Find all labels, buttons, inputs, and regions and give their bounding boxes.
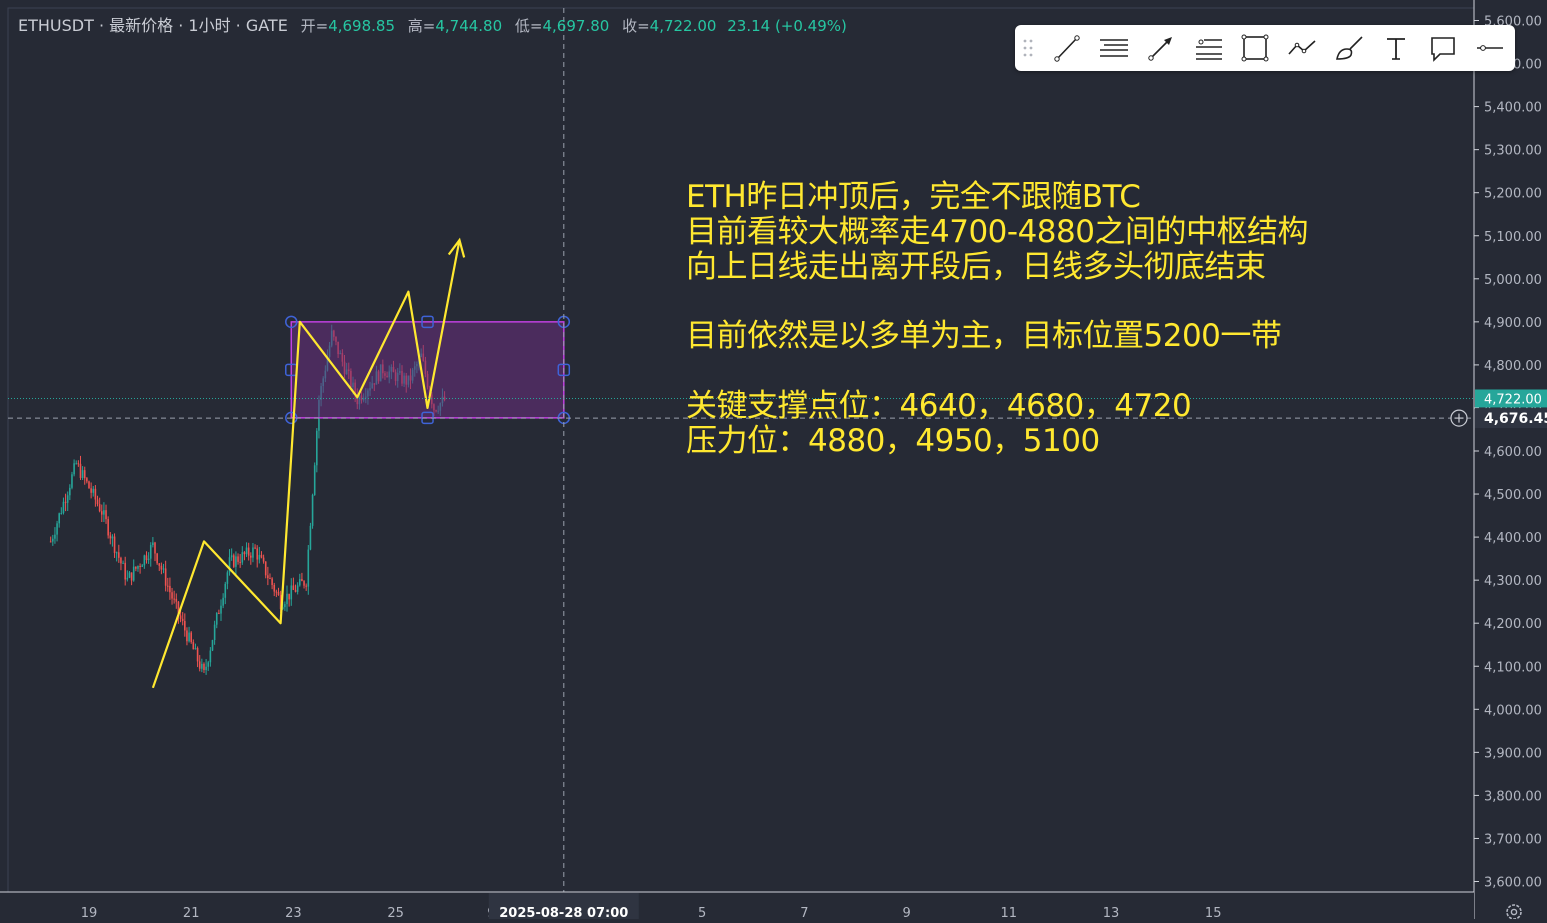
price-tick-label: 5,000.00 — [1484, 273, 1542, 288]
drawing-toolbar[interactable] — [1015, 25, 1515, 71]
candle — [88, 480, 90, 489]
time-tick-label: 21 — [183, 906, 200, 919]
add-alert-icon[interactable] — [1450, 409, 1468, 427]
time-tick-label: 23 — [285, 906, 302, 919]
time-tick-label: 25 — [387, 906, 404, 919]
symbol-legend: ETHUSDT · 最新价格 · 1小时 · GATE 开=4,698.85 高… — [18, 12, 847, 36]
annotation-line-3: 向上日线走出离开段后，日线多头彻底结束 — [686, 249, 1266, 285]
candle — [232, 553, 235, 568]
gear-icon[interactable] — [1475, 893, 1547, 920]
time-tick-label: 9 — [902, 906, 910, 919]
open-value: 4,698.85 — [328, 17, 395, 35]
price-tick-label: 4,600.00 — [1484, 445, 1542, 460]
annotation-line-5: 关键支撑点位：4640，4680，4720 — [686, 388, 1192, 424]
time-tick-label: 15 — [1205, 906, 1222, 919]
candle — [107, 516, 109, 539]
low-value: 4,697.80 — [542, 17, 610, 35]
time-tick-label: 5 — [698, 906, 706, 919]
rectangle-icon[interactable] — [1239, 32, 1271, 64]
time-tick-label: 13 — [1103, 906, 1120, 919]
callout-icon[interactable] — [1427, 32, 1459, 64]
fib-retracement-icon[interactable] — [1192, 32, 1224, 64]
brush-icon[interactable] — [1333, 32, 1365, 64]
chart-background — [0, 0, 1547, 919]
crosshair-time-label: 2025-08-28 07:00 — [499, 906, 628, 919]
candle — [190, 631, 192, 644]
open-label: 开= — [300, 17, 329, 35]
text-icon[interactable] — [1380, 32, 1412, 64]
price-tick-label: 5,100.00 — [1484, 230, 1542, 245]
annotation-line-2: 目前看较大概率走4700-4880之间的中枢结构 — [686, 214, 1308, 250]
candle — [211, 639, 214, 652]
time-tick-label: 11 — [1001, 906, 1018, 919]
price-tick-label: 4,800.00 — [1484, 359, 1542, 374]
price-tick-label: 3,900.00 — [1484, 746, 1542, 761]
time-axis[interactable]: 192123259月35791113152025-08-28 07:00 — [0, 891, 1547, 921]
crosshair-price-label: 4,676.45 — [1484, 411, 1547, 427]
time-axis-background — [0, 892, 1474, 919]
candle — [309, 522, 312, 551]
high-value: 4,744.80 — [435, 17, 503, 35]
close-value: 4,722.00 — [649, 17, 717, 35]
candle — [311, 493, 314, 529]
candle — [156, 552, 158, 565]
price-tick-label: 4,400.00 — [1484, 531, 1542, 546]
change-value: 23.14 (+0.49%) — [727, 17, 847, 35]
symbol-label: ETHUSDT · 最新价格 · 1小时 · GATE — [18, 16, 288, 35]
candle — [71, 471, 73, 490]
close-label: 收= — [622, 17, 650, 35]
arrow-line-icon[interactable] — [1145, 32, 1177, 64]
price-chart[interactable]: 5,600.005,500.005,400.005,300.005,200.00… — [0, 0, 1547, 921]
price-tick-label: 3,800.00 — [1484, 789, 1542, 804]
candle — [313, 462, 316, 496]
horizontal-line-icon[interactable] — [1474, 32, 1506, 64]
time-tick-label: 7 — [800, 906, 808, 919]
price-tick-label: 5,200.00 — [1484, 187, 1542, 202]
last-price-tag-label: 4,722.00 — [1484, 392, 1542, 407]
drag-handle-icon[interactable] — [1023, 38, 1033, 58]
polyline-icon[interactable] — [1286, 32, 1318, 64]
annotation-line-1: ETH昨日冲顶后，完全不跟随BTC — [686, 179, 1141, 215]
price-tick-label: 4,200.00 — [1484, 617, 1542, 632]
price-tick-label: 5,300.00 — [1484, 144, 1542, 159]
high-label: 高= — [407, 17, 436, 35]
low-label: 低= — [514, 17, 543, 35]
time-tick-label: 19 — [81, 906, 98, 919]
annotation-line-6: 压力位：4880，4950，5100 — [686, 423, 1100, 459]
trend-line-icon[interactable] — [1051, 32, 1083, 64]
annotation-line-4: 目前依然是以多单为主，目标位置5200一带 — [686, 318, 1282, 354]
price-tick-label: 4,300.00 — [1484, 574, 1542, 589]
price-tick-label: 4,100.00 — [1484, 660, 1542, 675]
price-tick-label: 4,500.00 — [1484, 488, 1542, 503]
price-tick-label: 3,600.00 — [1484, 876, 1542, 891]
price-tick-label: 5,400.00 — [1484, 101, 1542, 116]
price-tick-label: 4,000.00 — [1484, 703, 1542, 718]
price-tick-label: 4,900.00 — [1484, 316, 1542, 331]
parallel-channel-icon[interactable] — [1098, 32, 1130, 64]
price-tick-label: 3,700.00 — [1484, 832, 1542, 847]
price-axis[interactable]: 5,600.005,500.005,400.005,300.005,200.00… — [1473, 0, 1547, 919]
